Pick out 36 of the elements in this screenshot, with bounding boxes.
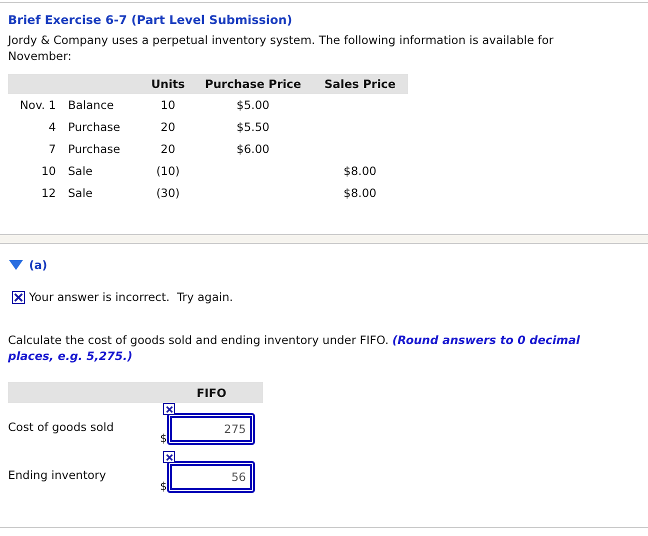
column-header: Sales Price: [323, 77, 397, 91]
table-cell-text: Sale: [67, 186, 94, 200]
column-header: Purchase Price: [204, 77, 302, 91]
row-label: Cost of goods sold: [8, 420, 115, 434]
table-cell-text: Purchase: [67, 142, 122, 156]
currency-sign: $: [160, 433, 167, 445]
feedback-text: Your answer is incorrect. Try again.: [29, 290, 234, 304]
intro-text: Jordy & Company uses a perpetual inventory system. The following information is available for November:: [8, 32, 554, 64]
table-cell-text: 12: [40, 186, 57, 200]
answer-field[interactable]: 56: [167, 461, 255, 493]
table-cell-text: Nov. 1: [18, 98, 57, 112]
table-cell-text: 20: [160, 120, 176, 134]
column-header: FIFO: [196, 386, 228, 400]
column-header: Units: [150, 77, 186, 91]
exercise-title: Brief Exercise 6-7 (Part Level Submission): [8, 13, 294, 27]
table-cell-text: 4: [48, 120, 57, 134]
table-cell: $8.00: [344, 164, 376, 178]
question-text: Calculate the cost of goods sold and ending inventory under FIFO. (Round answers to 0 decimal places, e.g. 5,275.): [8, 332, 581, 364]
answer-field[interactable]: 275: [167, 413, 255, 445]
part-label[interactable]: (a): [29, 258, 48, 272]
table-cell-text: Sale: [67, 164, 94, 178]
row-label: Ending inventory: [8, 468, 108, 482]
table-cell-text: 20: [160, 142, 176, 156]
table-cell: $6.00: [236, 142, 270, 156]
table-cell: $5.00: [236, 98, 270, 112]
table-cell: $5.50: [236, 120, 270, 134]
table-cell-text: (10): [155, 164, 181, 178]
collapse-triangle-icon[interactable]: [9, 260, 23, 270]
table-cell-text: Balance: [67, 98, 115, 112]
table-cell-text: (30): [155, 186, 181, 200]
table-cell: $8.00: [344, 186, 376, 200]
table-cell-text: 7: [48, 142, 57, 156]
table-cell-text: Purchase: [67, 120, 122, 134]
table-cell-text: 10: [160, 98, 176, 112]
table-cell-text: 10: [40, 164, 57, 178]
currency-sign: $: [160, 481, 167, 493]
